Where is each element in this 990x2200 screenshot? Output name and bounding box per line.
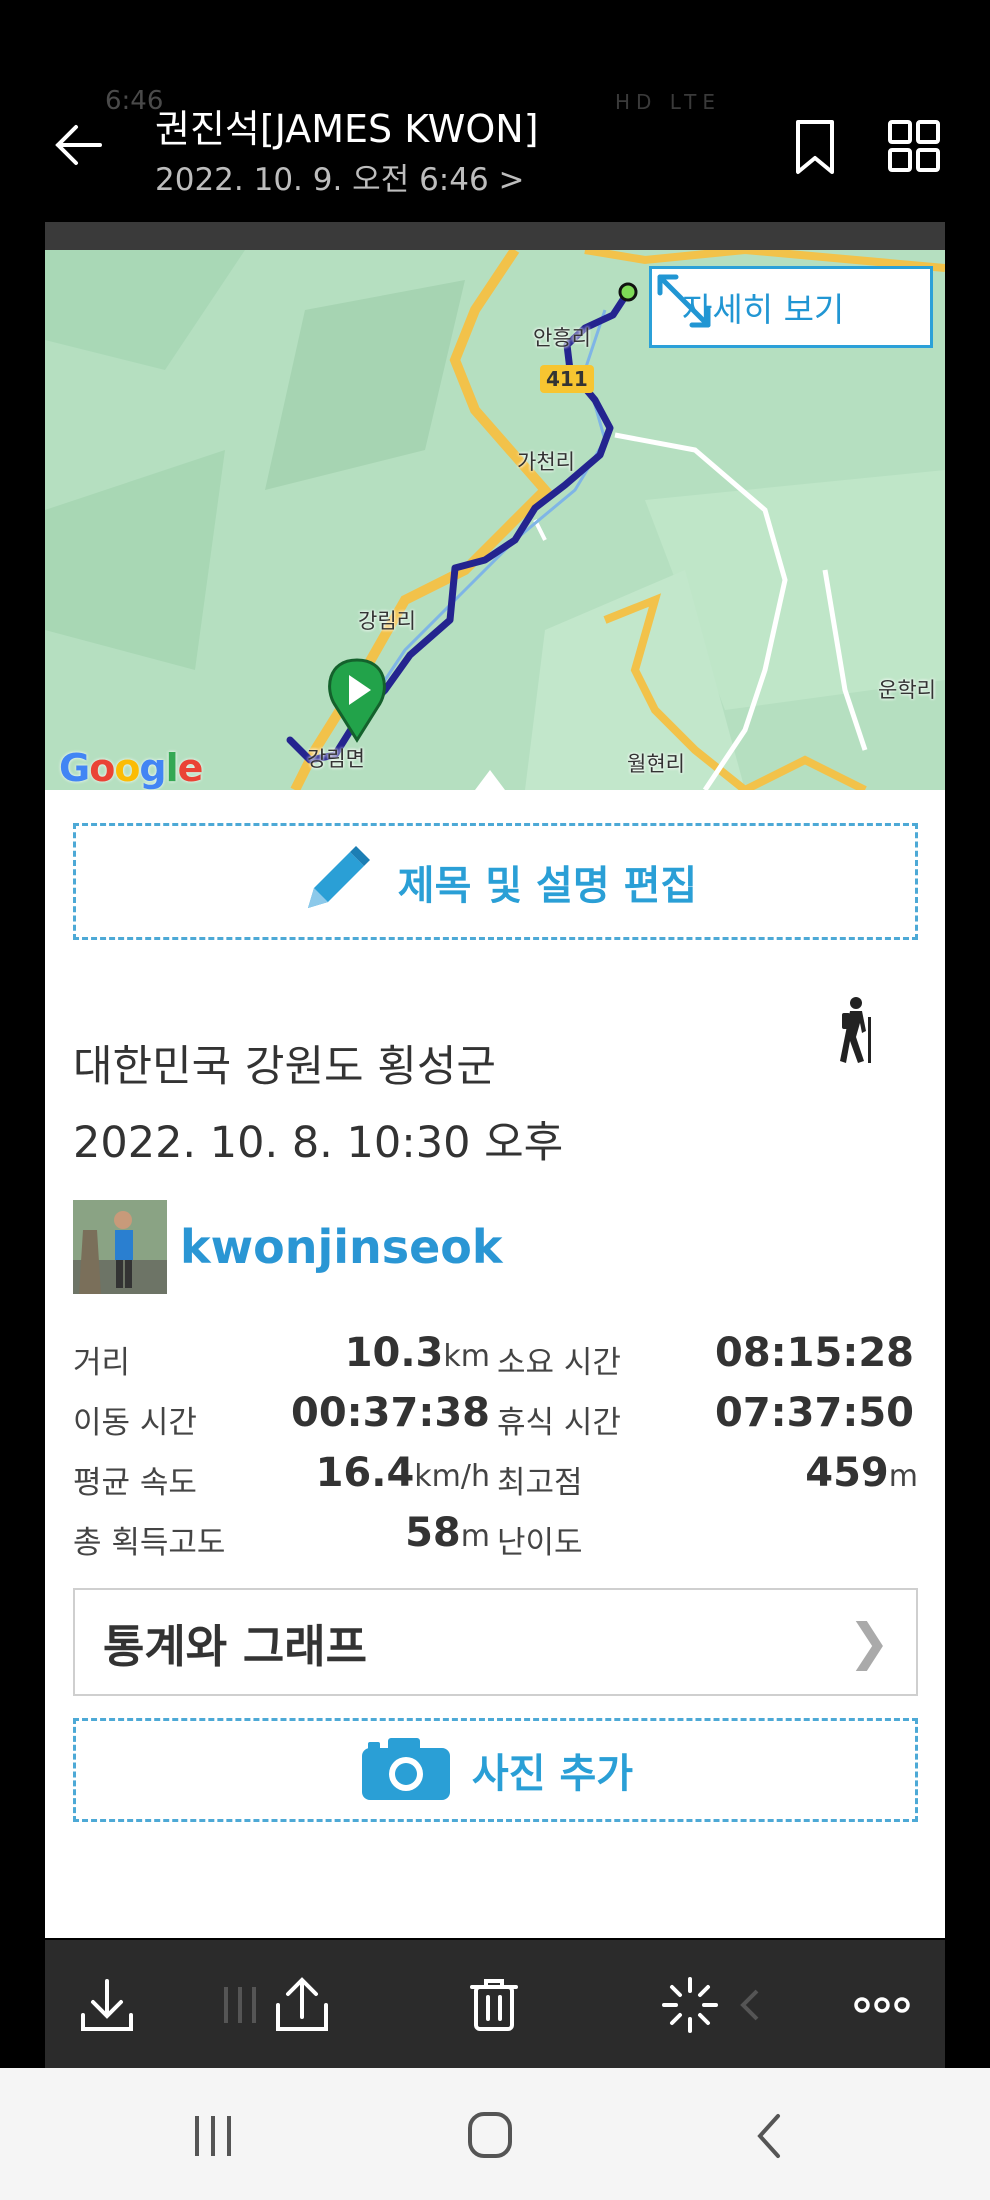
map-label-anheung: 안흥리 xyxy=(533,326,591,350)
viewer-subtitle[interactable]: 2022. 10. 9. 오전 6:46 > xyxy=(155,154,525,199)
stat-max-elevation-value: 459m xyxy=(805,1450,918,1496)
stat-total-ascent-value: 58m xyxy=(405,1510,490,1556)
ghost-status-indicators: HD LTE xyxy=(615,90,722,114)
more-options-icon[interactable] xyxy=(852,1975,912,2035)
chevron-right-icon: ❯ xyxy=(848,1613,890,1671)
hiking-icon xyxy=(830,995,882,1065)
viewer-title: 권진석[JAMES KWON] xyxy=(155,107,539,151)
pencil-icon xyxy=(294,838,378,926)
add-photo-button[interactable]: 사진 추가 xyxy=(73,1718,918,1822)
activity-location: 대한민국 강원도 횡성군 xyxy=(73,1042,496,1092)
google-logo: Google xyxy=(59,746,203,790)
stat-avg-speed-value: 16.4km/h xyxy=(315,1450,490,1496)
screenshot-top-band xyxy=(45,222,945,250)
stats-graph-label: 통계와 그래프 xyxy=(103,1619,368,1673)
ghost-back-icon xyxy=(735,1975,765,2035)
back-nav-icon[interactable] xyxy=(740,2108,800,2164)
home-nav-icon[interactable] xyxy=(460,2108,520,2164)
delete-icon[interactable] xyxy=(464,1975,524,2035)
add-photo-label: 사진 추가 xyxy=(471,1751,634,1797)
activity-datetime: 2022. 10. 8. 10:30 오후 xyxy=(73,1118,564,1168)
map-label-gacheon: 가천리 xyxy=(517,450,575,474)
map-label-unhak: 운학리 xyxy=(878,678,936,702)
stat-moving-time-value: 00:37:38 xyxy=(291,1390,490,1436)
bookmark-icon[interactable] xyxy=(790,118,840,178)
stat-moving-time-label: 이동 시간 xyxy=(73,1405,197,1441)
back-arrow-icon[interactable] xyxy=(50,120,110,170)
stat-rest-time-label: 휴식 시간 xyxy=(497,1405,621,1441)
grid-view-icon[interactable] xyxy=(886,118,942,174)
stat-difficulty-label: 난이도 xyxy=(497,1525,583,1561)
road-number-badge: 411 xyxy=(540,365,594,393)
stat-rest-time-value: 07:37:50 xyxy=(715,1390,914,1436)
recents-nav-icon[interactable] xyxy=(183,2108,243,2164)
camera-icon xyxy=(358,1734,454,1806)
stat-max-elevation-label: 최고점 xyxy=(497,1465,583,1501)
stat-total-ascent-label: 총 획득고도 xyxy=(73,1525,226,1561)
stat-avg-speed-label: 평균 속도 xyxy=(73,1465,197,1501)
download-icon[interactable] xyxy=(77,1975,137,2035)
avatar[interactable] xyxy=(73,1200,167,1294)
username-link[interactable]: kwonjinseok xyxy=(180,1220,503,1274)
ghost-recents-icon xyxy=(220,1975,260,2035)
map-label-gangnim-myeon: 강림면 xyxy=(307,747,365,771)
stats-graph-button[interactable]: 통계와 그래프 ❯ xyxy=(73,1588,918,1696)
stat-distance-value: 10.3km xyxy=(344,1330,490,1376)
stat-duration-label: 소요 시간 xyxy=(497,1345,621,1381)
view-details-button[interactable]: 자세히 보기 xyxy=(649,266,933,348)
map-label-gangnim-ri: 강림리 xyxy=(358,609,416,633)
share-icon[interactable] xyxy=(272,1975,332,2035)
stat-distance-label: 거리 xyxy=(73,1345,131,1381)
stat-duration-value: 08:15:28 xyxy=(715,1330,914,1376)
edit-title-description-button[interactable]: 제목 및 설명 편집 xyxy=(73,823,918,940)
map-label-wolhyeon: 월현리 xyxy=(627,752,685,776)
route-map[interactable]: 안흥리 411 가천리 강림리 운학리 강림면 월현리 Google 자세히 보… xyxy=(45,250,945,790)
enhance-icon[interactable] xyxy=(660,1975,720,2035)
edit-title-description-label: 제목 및 설명 편집 xyxy=(397,862,698,909)
